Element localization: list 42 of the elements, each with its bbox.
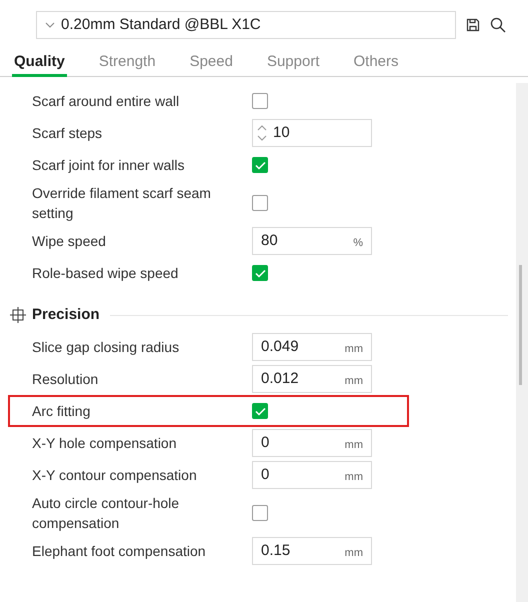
checkbox[interactable] bbox=[252, 195, 268, 211]
section-title: Precision bbox=[32, 304, 100, 325]
preset-dropdown[interactable]: 0.20mm Standard @BBL X1C bbox=[36, 11, 456, 39]
check-icon bbox=[254, 268, 266, 278]
tab[interactable]: Speed bbox=[188, 50, 235, 77]
setting-label: Scarf around entire wall bbox=[32, 92, 180, 111]
setting-label: Auto circle contour-hole compensation bbox=[32, 494, 180, 533]
setting-label: Scarf steps bbox=[32, 124, 104, 143]
tab[interactable]: Quality bbox=[12, 50, 67, 77]
checkbox[interactable] bbox=[252, 93, 268, 109]
setting-label: Wipe speed bbox=[32, 232, 107, 251]
checkbox[interactable] bbox=[252, 157, 268, 173]
tab[interactable]: Strength bbox=[96, 50, 158, 77]
setting-label: X-Y contour compensation bbox=[32, 466, 198, 485]
input-field[interactable]: 0.15 mm bbox=[252, 537, 372, 565]
save-icon[interactable] bbox=[466, 18, 480, 32]
input-field[interactable]: 0 mm bbox=[252, 461, 372, 489]
scrollbar[interactable] bbox=[516, 83, 528, 602]
spin-field[interactable]: 10 bbox=[252, 119, 372, 147]
setting-label: X-Y hole compensation bbox=[32, 434, 178, 453]
checkbox[interactable] bbox=[252, 265, 268, 281]
setting-label: Override filament scarf seam setting bbox=[32, 184, 212, 223]
check-icon bbox=[254, 406, 266, 416]
input-field[interactable]: 0.049 mm bbox=[252, 333, 372, 361]
setting-label: Role-based wipe speed bbox=[32, 264, 180, 283]
checkbox[interactable] bbox=[252, 403, 268, 419]
input-field[interactable]: 0 mm bbox=[252, 429, 372, 457]
chevron-down-icon bbox=[45, 22, 55, 28]
input-field[interactable]: 0.012 mm bbox=[252, 365, 372, 393]
check-icon bbox=[254, 160, 266, 170]
input-field[interactable]: 80 % bbox=[252, 227, 372, 255]
setting-label: Slice gap closing radius bbox=[32, 338, 180, 357]
setting-label: Elephant foot compensation bbox=[32, 542, 207, 561]
setting-label: Arc fitting bbox=[32, 402, 92, 421]
checkbox[interactable] bbox=[252, 505, 268, 521]
crosshair-icon bbox=[10, 307, 26, 323]
search-icon[interactable] bbox=[490, 17, 506, 33]
setting-label: Scarf joint for inner walls bbox=[32, 156, 186, 175]
tab[interactable]: Others bbox=[352, 50, 401, 77]
tab[interactable]: Support bbox=[264, 50, 322, 77]
setting-label: Resolution bbox=[32, 370, 100, 389]
spin-arrows-icon[interactable] bbox=[257, 123, 267, 143]
